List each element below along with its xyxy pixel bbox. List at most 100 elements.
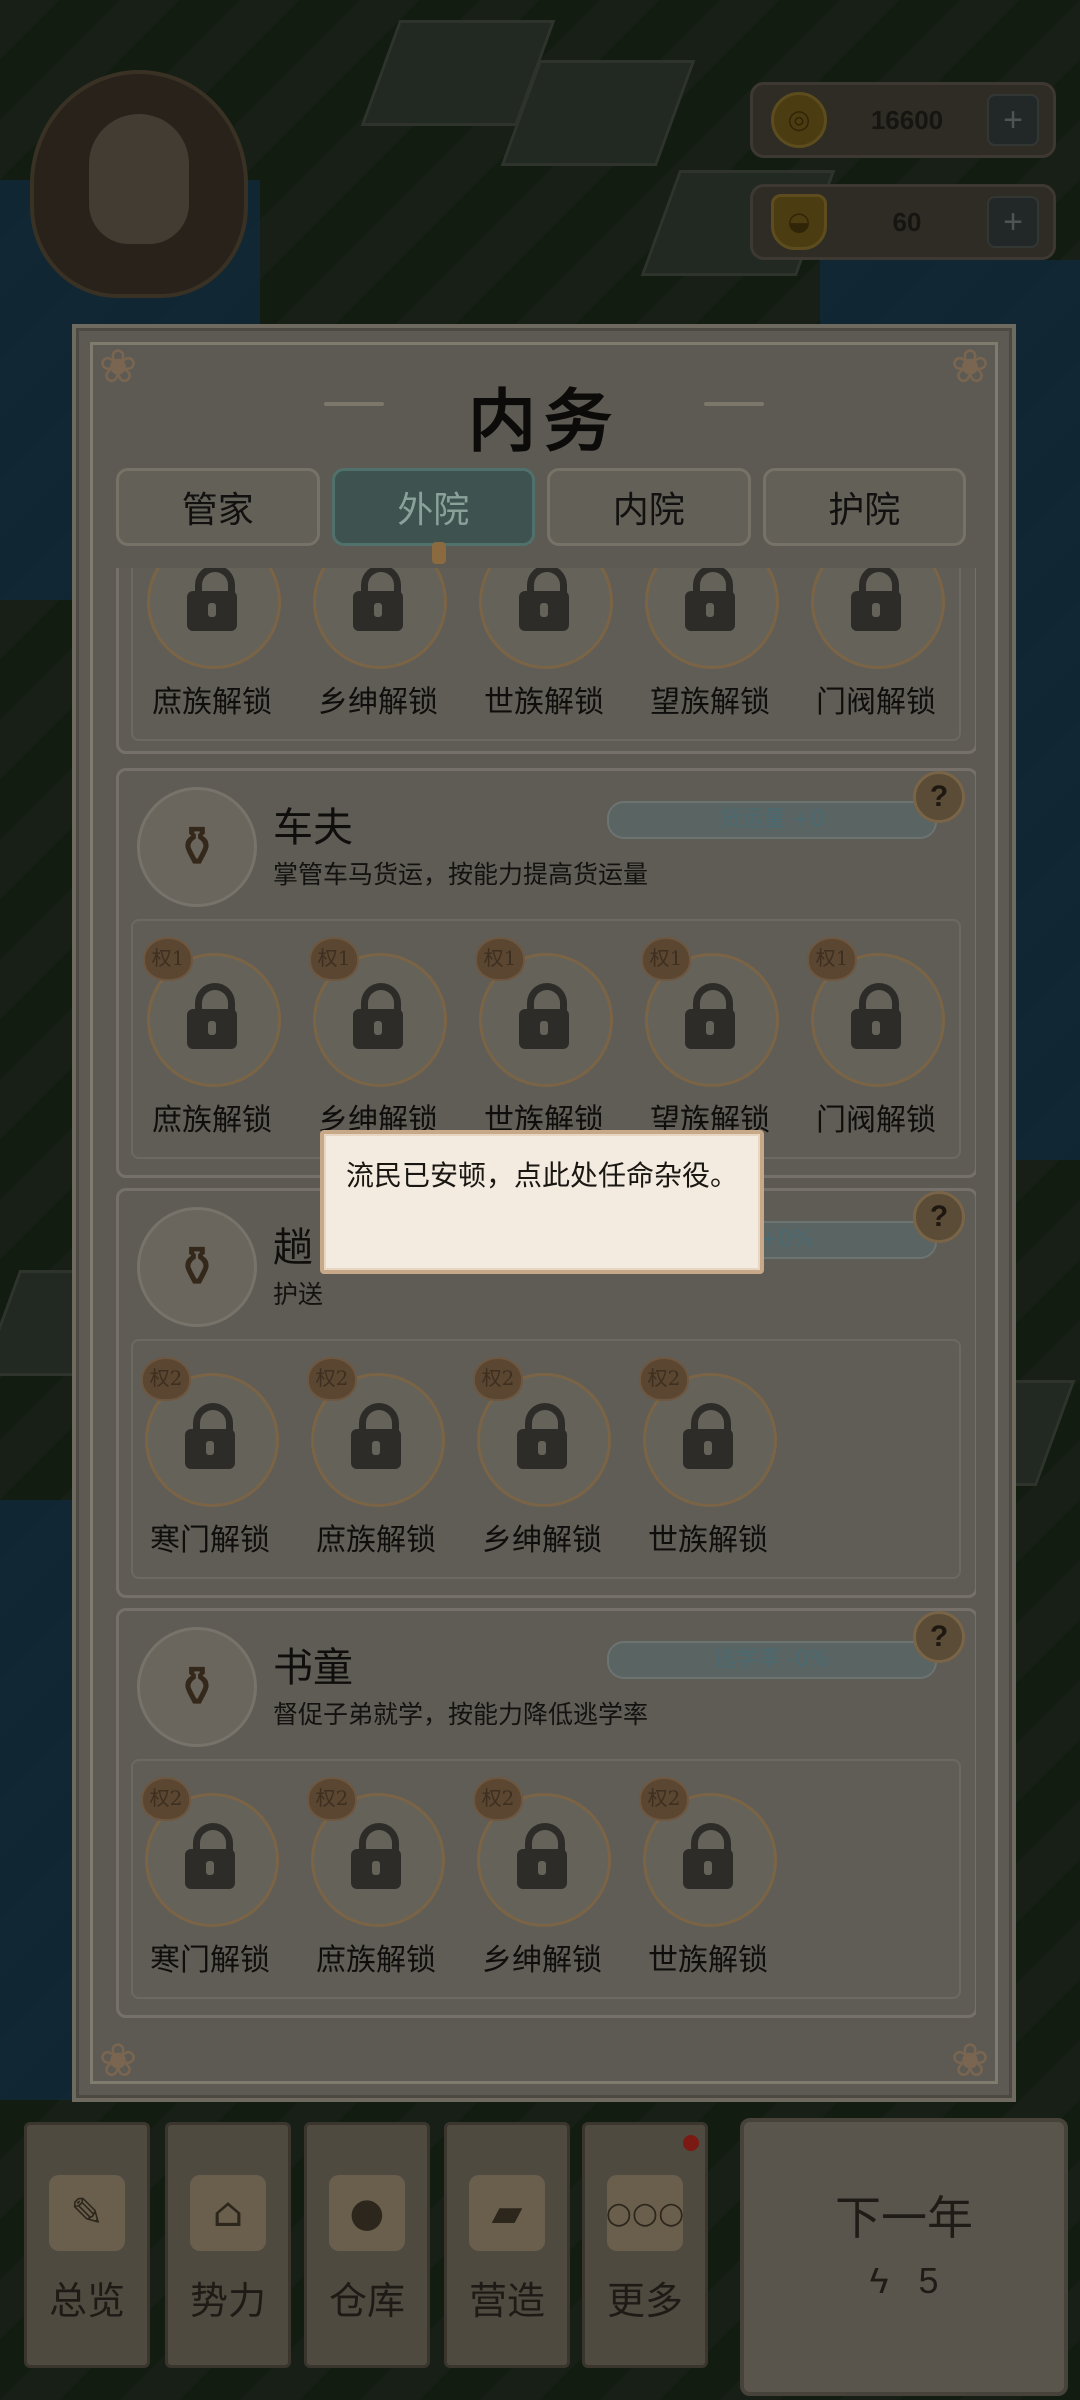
lock-icon (681, 1823, 735, 1889)
nav-more-button[interactable]: ○○○ 更多 (582, 2122, 708, 2368)
lock-icon (517, 983, 571, 1049)
slot-row: 庶族解锁 乡绅解锁 世族解锁 望族解锁 门阀解锁 (131, 568, 961, 741)
next-year-button[interactable]: 下一年 ϟ 5 (740, 2118, 1068, 2396)
lock-icon (351, 983, 405, 1049)
lock-icon (683, 568, 737, 631)
rank-badge: 权1 (143, 937, 193, 981)
rank-badge: 权1 (807, 937, 857, 981)
help-button[interactable]: ? (913, 771, 965, 823)
rank-badge: 权2 (639, 1777, 689, 1821)
role-section-partial: 庶族解锁 乡绅解锁 世族解锁 望族解锁 门阀解锁 (116, 568, 976, 754)
role-section-study-boy: ⚱ 书童 督促子弟就学，按能力降低逃学率 逃学率 -0% ? 权2 寒门解锁 权… (116, 1608, 976, 2018)
slot-label: 望族解锁 (650, 685, 770, 720)
rank-badge: 权2 (141, 1357, 191, 1401)
slot-label: 乡绅解锁 (482, 1523, 602, 1558)
lock-icon (349, 1403, 403, 1469)
role-section-coachman: ⚱ 车夫 掌管车马货运，按能力提高货运量 货运量 +0 ? 权1 庶族解锁 权1… (116, 768, 976, 1178)
lightning-icon: ϟ (869, 2260, 889, 2301)
slot-label: 寒门解锁 (150, 1523, 270, 1558)
modal-title: 内务 (467, 382, 620, 462)
nav-construct-button[interactable]: ▰ 营造 (444, 2122, 570, 2368)
slot-label: 庶族解锁 (152, 685, 272, 720)
tab-steward[interactable]: 管家 (116, 468, 320, 546)
slot-label: 世族解锁 (648, 1943, 768, 1978)
bottom-nav-bar: ✎ 总览 ⌂ 势力 ● 仓库 ▰ 营造 ○○○ 更多 下一年 ϟ 5 (0, 2110, 1080, 2400)
broom-bucket-icon: ⚱ (137, 1207, 257, 1327)
nav-forces-button[interactable]: ⌂ 势力 (165, 2122, 291, 2368)
rank-badge: 权1 (309, 937, 359, 981)
tab-guards[interactable]: 护院 (762, 468, 966, 546)
nav-construct-label: 营造 (468, 2279, 545, 2323)
nav-more-label: 更多 (606, 2279, 683, 2323)
lock-icon (515, 1823, 569, 1889)
slot-label: 庶族解锁 (152, 1103, 272, 1138)
lock-icon (183, 1403, 237, 1469)
title-ornament-right (704, 402, 764, 406)
slot-label: 寒门解锁 (150, 1943, 270, 1978)
role-description: 督促子弟就学，按能力降低逃学率 (273, 1700, 649, 1729)
tab-inner-court[interactable]: 内院 (547, 468, 751, 546)
trowel-icon: ▰ (469, 2175, 545, 2251)
money-bag-icon: ● (329, 2175, 405, 2251)
rank-badge: 权1 (641, 937, 691, 981)
rank-badge: 权2 (473, 1777, 523, 1821)
lock-icon (185, 983, 239, 1049)
roles-scroll-list[interactable]: 庶族解锁 乡绅解锁 世族解锁 望族解锁 门阀解锁 ⚱ 车夫 掌管车马货运，按能力… (116, 568, 976, 2048)
nav-forces-label: 势力 (189, 2279, 266, 2323)
help-button[interactable]: ? (913, 1191, 965, 1243)
broom-bucket-icon: ⚱ (137, 787, 257, 907)
slot-label: 门阀解锁 (816, 685, 936, 720)
lock-icon (185, 568, 239, 631)
tooltip-text: 流民已安顿，点此处任命杂役。 (346, 1159, 739, 1192)
role-name: 书童 (273, 1645, 353, 1691)
lock-icon (683, 983, 737, 1049)
tab-outer-court[interactable]: 外院 (331, 468, 535, 546)
lock-icon (517, 568, 571, 631)
nav-overview-button[interactable]: ✎ 总览 (24, 2122, 150, 2368)
lock-icon (849, 568, 903, 631)
lock-icon (349, 1823, 403, 1889)
role-stat-badge: 货运量 +0 (607, 801, 937, 839)
help-button[interactable]: ? (913, 1611, 965, 1663)
active-tab-pointer (432, 542, 446, 564)
slot-label: 世族解锁 (648, 1523, 768, 1558)
rank-badge: 权2 (639, 1357, 689, 1401)
role-name: 趟 (273, 1225, 313, 1271)
lock-icon (351, 568, 405, 631)
broom-bucket-icon: ⚱ (137, 1627, 257, 1747)
energy-value: 5 (918, 2260, 939, 2301)
brush-icon: ✎ (49, 2175, 125, 2251)
rank-badge: 权2 (141, 1777, 191, 1821)
energy-count: ϟ 5 (744, 2260, 1064, 2302)
role-description: 掌管车马货运，按能力提高货运量 (273, 860, 649, 889)
lock-icon (515, 1403, 569, 1469)
slot-label: 乡绅解锁 (318, 685, 438, 720)
lock-icon (681, 1403, 735, 1469)
nav-warehouse-label: 仓库 (328, 2279, 405, 2323)
more-icon: ○○○ (606, 2175, 684, 2251)
role-description: 护送 (273, 1280, 324, 1309)
slot-label: 乡绅解锁 (482, 1943, 602, 1978)
tutorial-tooltip[interactable]: 流民已安顿，点此处任命杂役。 (320, 1130, 764, 1274)
slot-label: 世族解锁 (484, 685, 604, 720)
rank-badge: 权2 (473, 1357, 523, 1401)
tab-bar: 管家 外院 内院 护院 (116, 468, 966, 546)
slot-label: 门阀解锁 (816, 1103, 936, 1138)
slot-label: 庶族解锁 (316, 1943, 436, 1978)
rank-badge: 权1 (475, 937, 525, 981)
notification-dot (683, 2135, 699, 2151)
role-name: 车夫 (273, 805, 353, 851)
slot-label: 庶族解锁 (316, 1523, 436, 1558)
next-year-label: 下一年 (835, 2191, 973, 2245)
palace-icon: ⌂ (190, 2175, 266, 2251)
rank-badge: 权2 (307, 1357, 357, 1401)
lock-icon (183, 1823, 237, 1889)
slot-row: 权2 寒门解锁 权2 庶族解锁 权2 乡绅解锁 权2 世族解锁 (131, 1339, 961, 1579)
rank-badge: 权2 (307, 1777, 357, 1821)
slot-row: 权2 寒门解锁 权2 庶族解锁 权2 乡绅解锁 权2 世族解锁 (131, 1759, 961, 1999)
role-stat-badge: 逃学率 -0% (607, 1641, 937, 1679)
nav-warehouse-button[interactable]: ● 仓库 (304, 2122, 430, 2368)
nav-overview-label: 总览 (48, 2279, 125, 2323)
slot-row: 权1 庶族解锁 权1 乡绅解锁 权1 世族解锁 权1 望族解锁 权1 门阀解锁 (131, 919, 961, 1159)
lock-icon (849, 983, 903, 1049)
